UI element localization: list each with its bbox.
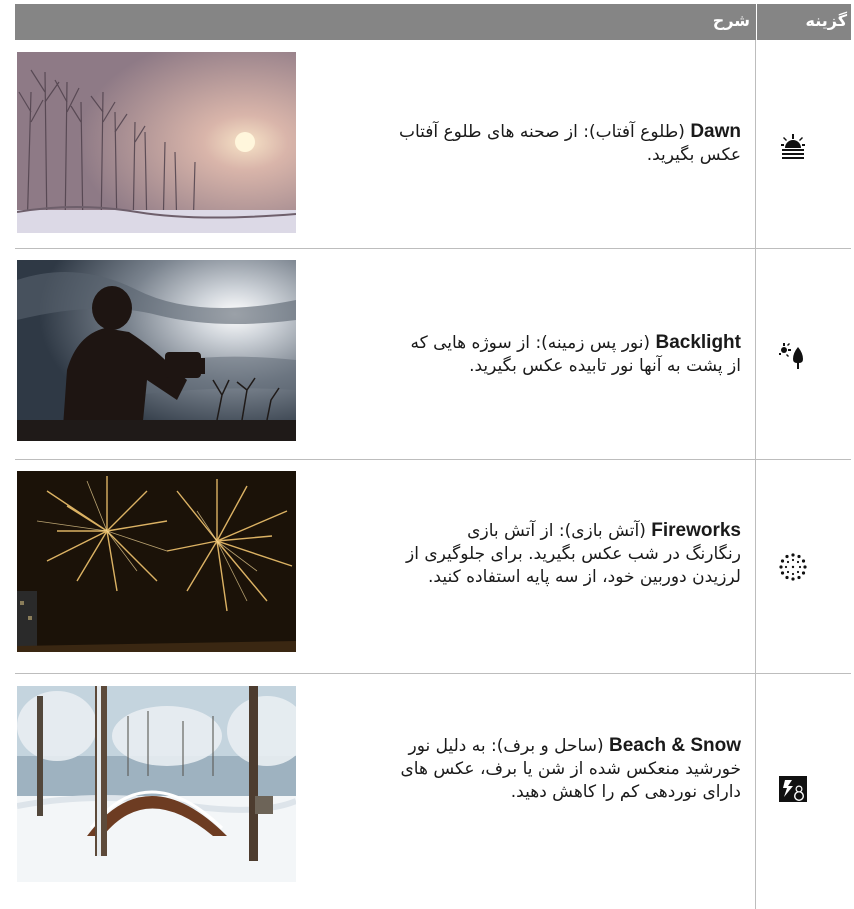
beach-snow-line2: خورشید منعکس شده از شن یا برف، عکس های — [400, 759, 741, 779]
backlight-line1: از سوژه هایی که — [410, 333, 531, 353]
backlight-name-en: Backlight — [655, 332, 741, 353]
beach-snow-line1: به دلیل نور — [408, 736, 486, 756]
backlight-line2: از پشت به آنها نور تابیده عکس بگیرید. — [469, 356, 741, 376]
backlight-icon — [779, 343, 803, 369]
dawn-icon — [781, 134, 805, 159]
table-header: شرح گزینه — [15, 4, 851, 40]
beach-snow-icon — [779, 776, 807, 802]
fireworks-line3: لرزیدن دوربین خود، از سه پایه استفاده کن… — [428, 567, 741, 587]
dawn-photo — [17, 52, 296, 233]
dawn-line2: عکس بگیرید. — [646, 145, 741, 165]
dawn-line1: از صحنه های طلوع آفتاب — [398, 122, 578, 142]
dawn-name-fa: (طلوع آفتاب): — [583, 122, 685, 142]
backlight-description: Backlight (نور پس زمینه): از سوژه هایی ک… — [321, 331, 741, 378]
beach-snow-line3: دارای نوردهی کم را کاهش دهید. — [510, 782, 741, 802]
fireworks-name-fa: (آتش بازی): — [558, 521, 646, 541]
backlight-photo — [17, 260, 296, 441]
fireworks-line1: از آتش بازی — [467, 521, 554, 541]
dawn-description: Dawn (طلوع آفتاب): از صحنه های طلوع آفتا… — [321, 120, 741, 167]
header-option: گزینه — [756, 4, 851, 40]
fireworks-name-en: Fireworks — [651, 520, 741, 541]
fireworks-line2: رنگارنگ در شب عکس بگیرید. برای جلوگیری ا… — [405, 544, 741, 564]
table-row-backlight: Backlight (نور پس زمینه): از سوژه هایی ک… — [15, 249, 851, 460]
fireworks-photo — [17, 471, 296, 652]
scene-mode-table: شرح گزینه Dawn (طلوع آفتاب): از صحنه های… — [15, 4, 851, 909]
beach-snow-name-en: Beach & Snow — [609, 735, 741, 756]
table-row-fireworks: Fireworks (آتش بازی): از آتش بازی رنگارن… — [15, 460, 851, 674]
table-row-dawn: Dawn (طلوع آفتاب): از صحنه های طلوع آفتا… — [15, 40, 851, 249]
backlight-name-fa: (نور پس زمینه): — [535, 333, 651, 353]
fireworks-icon — [779, 553, 807, 581]
fireworks-description: Fireworks (آتش بازی): از آتش بازی رنگارن… — [301, 519, 741, 589]
header-description: شرح — [712, 11, 750, 30]
beach-snow-photo — [17, 686, 296, 882]
beach-snow-description: Beach & Snow (ساحل و برف): به دلیل نور خ… — [301, 734, 741, 804]
beach-snow-name-fa: (ساحل و برف): — [491, 736, 604, 756]
dawn-name-en: Dawn — [690, 121, 741, 142]
table-row-beach-snow: Beach & Snow (ساحل و برف): به دلیل نور خ… — [15, 674, 851, 909]
